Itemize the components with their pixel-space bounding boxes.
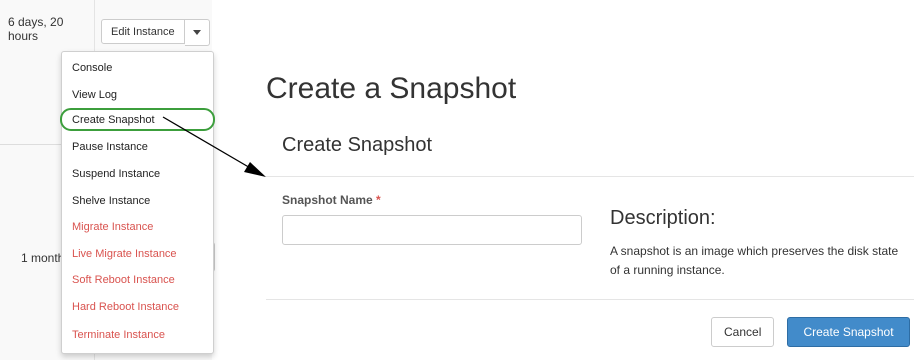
description-title: Description: bbox=[610, 207, 716, 229]
required-marker: * bbox=[376, 193, 381, 207]
menu-item-view-log[interactable]: View Log bbox=[72, 86, 117, 104]
divider bbox=[266, 299, 914, 300]
menu-item-terminate-instance[interactable]: Terminate Instance bbox=[72, 326, 165, 344]
menu-item-hard-reboot-instance[interactable]: Hard Reboot Instance bbox=[72, 298, 179, 316]
snapshot-name-input[interactable] bbox=[282, 215, 582, 245]
divider bbox=[266, 176, 914, 177]
uptime-cell: 1 month bbox=[21, 251, 61, 265]
edit-instance-button[interactable]: Edit Instance bbox=[101, 19, 185, 44]
uptime-cell: 6 days, 20 hours bbox=[8, 15, 64, 43]
instance-actions: Edit Instance bbox=[101, 19, 210, 46]
menu-item-migrate-instance[interactable]: Migrate Instance bbox=[72, 218, 153, 236]
description-text: A snapshot is an image which preserves t… bbox=[610, 244, 899, 277]
menu-item-soft-reboot-instance[interactable]: Soft Reboot Instance bbox=[72, 271, 175, 289]
cancel-button[interactable]: Cancel bbox=[711, 317, 775, 347]
actions-menu: Console View Log Create Snapshot Pause I… bbox=[61, 51, 214, 354]
chevron-down-icon bbox=[192, 30, 201, 35]
snapshot-name-label: Snapshot Name * bbox=[282, 193, 381, 207]
menu-item-pause-instance[interactable]: Pause Instance bbox=[72, 138, 148, 156]
menu-item-live-migrate-instance[interactable]: Live Migrate Instance bbox=[72, 245, 177, 263]
actions-dropdown-toggle[interactable] bbox=[184, 19, 210, 46]
modal-title: Create Snapshot bbox=[282, 134, 433, 156]
create-snapshot-button[interactable]: Create Snapshot bbox=[787, 317, 910, 347]
menu-item-create-snapshot[interactable]: Create Snapshot bbox=[72, 111, 155, 129]
menu-item-console[interactable]: Console bbox=[72, 59, 112, 77]
menu-item-suspend-instance[interactable]: Suspend Instance bbox=[72, 165, 160, 183]
page-title: Create a Snapshot bbox=[266, 72, 517, 105]
menu-item-shelve-instance[interactable]: Shelve Instance bbox=[72, 192, 150, 210]
snapshot-name-label-text: Snapshot Name bbox=[282, 193, 373, 207]
